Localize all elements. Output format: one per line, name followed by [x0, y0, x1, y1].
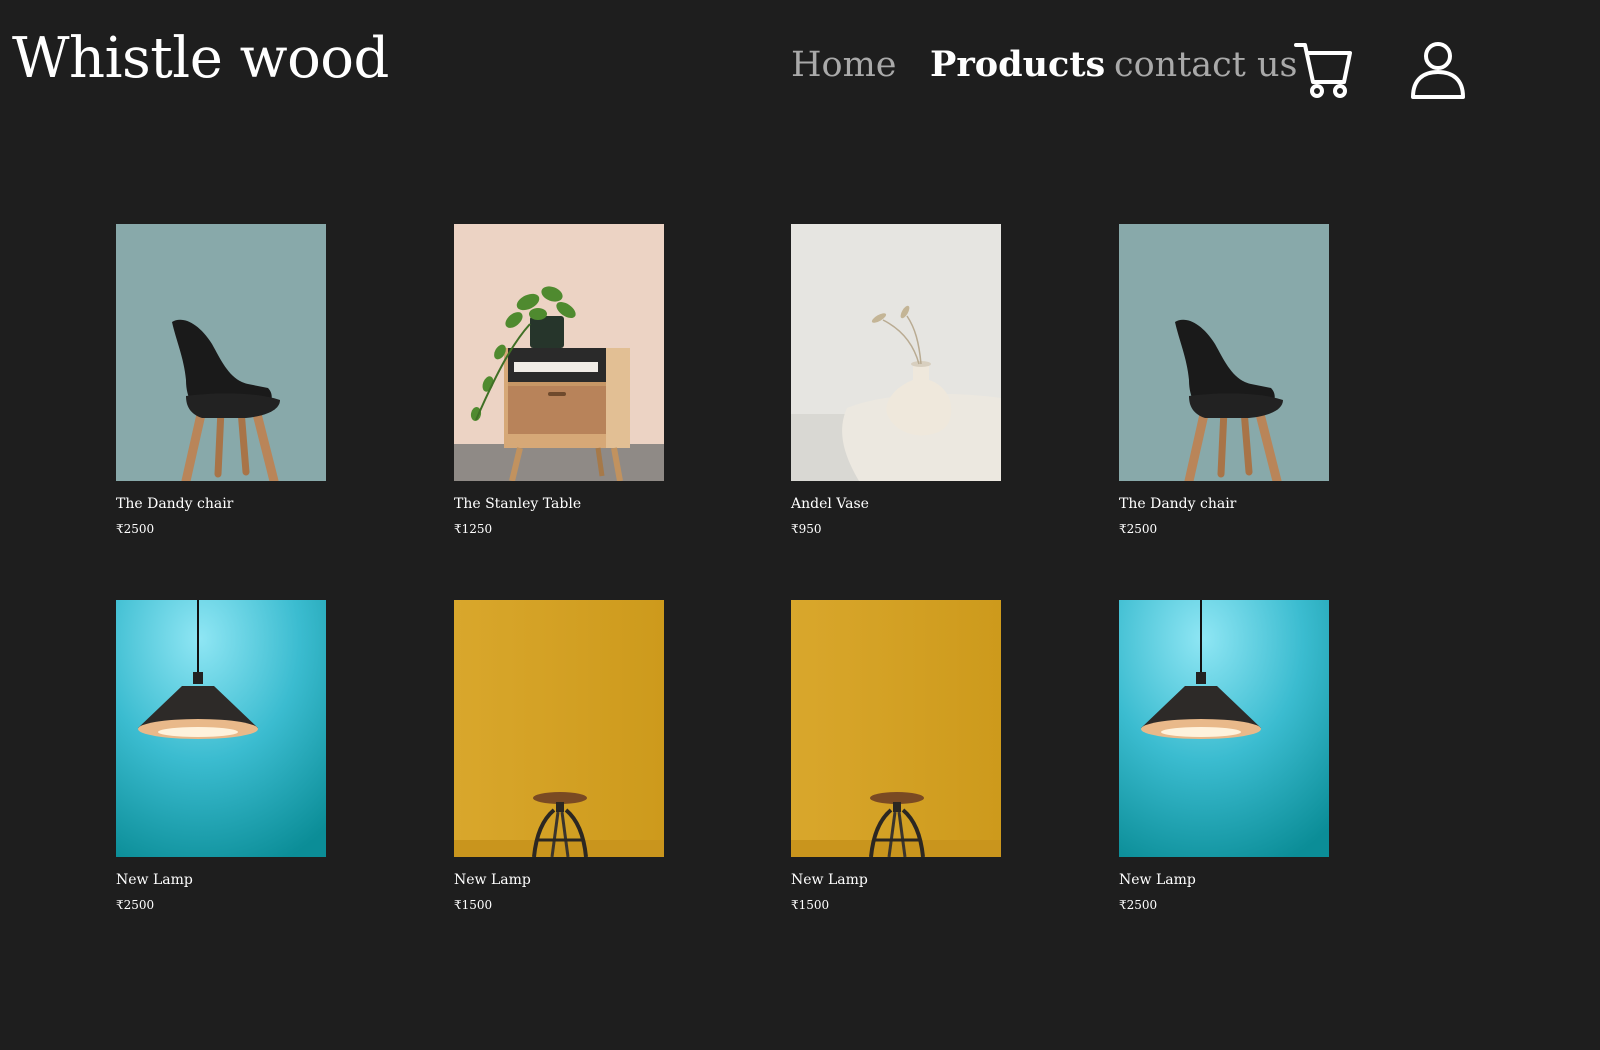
- product-price: ₹2500: [1119, 898, 1158, 912]
- nav-home[interactable]: Home: [791, 40, 897, 90]
- product-image-black-chair[interactable]: [116, 224, 326, 481]
- product-image-black-chair[interactable]: [1119, 224, 1329, 481]
- product-image-pendant-lamp[interactable]: [1119, 600, 1329, 857]
- product-name[interactable]: The Stanley Table: [454, 495, 581, 513]
- product-card[interactable]: Andel Vase ₹950: [791, 224, 1001, 536]
- nav-products[interactable]: Products: [930, 40, 1105, 90]
- product-price: ₹1500: [454, 898, 493, 912]
- product-card[interactable]: New Lamp ₹1500: [791, 600, 1001, 912]
- product-card[interactable]: New Lamp ₹2500: [116, 600, 326, 912]
- product-price: ₹2500: [1119, 522, 1158, 536]
- cart-icon[interactable]: [1294, 40, 1352, 100]
- nav-contact-us[interactable]: contact us: [1114, 40, 1297, 90]
- product-card[interactable]: The Stanley Table ₹1250: [454, 224, 664, 536]
- product-image-pendant-lamp[interactable]: [116, 600, 326, 857]
- user-icon[interactable]: [1410, 40, 1468, 102]
- product-image-bedside-table[interactable]: [454, 224, 664, 481]
- product-image-stool[interactable]: [454, 600, 664, 857]
- product-price: ₹2500: [116, 898, 155, 912]
- product-name[interactable]: The Dandy chair: [116, 495, 233, 513]
- product-price: ₹2500: [116, 522, 155, 536]
- product-name[interactable]: The Dandy chair: [1119, 495, 1236, 513]
- product-card[interactable]: The Dandy chair ₹2500: [1119, 224, 1329, 536]
- brand-logo[interactable]: Whistle wood: [12, 26, 389, 92]
- product-card[interactable]: The Dandy chair ₹2500: [116, 224, 326, 536]
- product-image-vase[interactable]: [791, 224, 1001, 481]
- product-card[interactable]: New Lamp ₹2500: [1119, 600, 1329, 912]
- product-price: ₹1250: [454, 522, 493, 536]
- product-name[interactable]: New Lamp: [791, 871, 868, 889]
- product-price: ₹1500: [791, 898, 830, 912]
- product-name[interactable]: New Lamp: [116, 871, 193, 889]
- product-card[interactable]: New Lamp ₹1500: [454, 600, 664, 912]
- product-price: ₹950: [791, 522, 822, 536]
- product-name[interactable]: New Lamp: [454, 871, 531, 889]
- product-name[interactable]: New Lamp: [1119, 871, 1196, 889]
- product-image-stool[interactable]: [791, 600, 1001, 857]
- product-name[interactable]: Andel Vase: [791, 495, 869, 513]
